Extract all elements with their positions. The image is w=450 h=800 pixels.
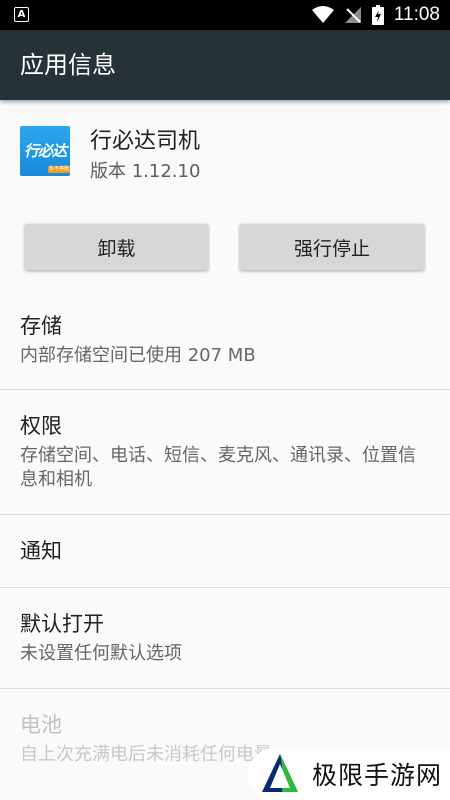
- watermark: 极限手游网: [248, 748, 450, 800]
- no-signal-icon: [344, 7, 361, 23]
- battery-charging-icon: [371, 5, 384, 25]
- app-bar: 应用信息: [0, 30, 450, 100]
- open-by-default-section[interactable]: 默认打开 未设置任何默认选项: [0, 588, 450, 688]
- watermark-text: 极限手游网: [312, 761, 443, 790]
- storage-title: 存储: [20, 314, 62, 338]
- app-name: 行必达司机: [90, 129, 201, 154]
- notifications-title: 通知: [20, 539, 62, 563]
- permissions-section[interactable]: 权限 存储空间、电话、短信、麦克风、通讯录、位置信息和相机: [0, 390, 450, 514]
- app-notification-icon: A: [14, 7, 29, 22]
- battery-title: 电池: [20, 713, 62, 737]
- uninstall-button[interactable]: 卸载: [25, 224, 208, 270]
- force-stop-button[interactable]: 强行停止: [240, 224, 424, 270]
- open-by-default-title: 默认打开: [20, 612, 104, 636]
- app-version: 版本 1.12.10: [90, 161, 201, 182]
- notification-area: A: [14, 7, 29, 22]
- storage-section[interactable]: 存储 内部存储空间已使用 207 MB: [0, 290, 450, 390]
- storage-desc: 内部存储空间已使用 207 MB: [20, 345, 256, 366]
- app-icon: 行必达 永不停歇: [20, 126, 70, 176]
- wifi-icon: [311, 6, 334, 23]
- status-bar: A 11:08: [0, 0, 450, 30]
- open-by-default-desc: 未设置任何默认选项: [20, 643, 182, 664]
- permissions-title: 权限: [20, 414, 62, 438]
- notifications-section[interactable]: 通知: [0, 515, 450, 587]
- status-icons: 11:08: [311, 0, 440, 30]
- permissions-desc: 存储空间、电话、短信、麦克风、通讯录、位置信息和相机: [20, 445, 416, 490]
- app-icon-logo-text: 行必达: [24, 142, 67, 160]
- watermark-logo-icon: [262, 754, 298, 792]
- clock: 11:08: [393, 4, 440, 25]
- app-icon-strip: 永不停歇: [48, 166, 70, 173]
- page-title: 应用信息: [20, 51, 116, 79]
